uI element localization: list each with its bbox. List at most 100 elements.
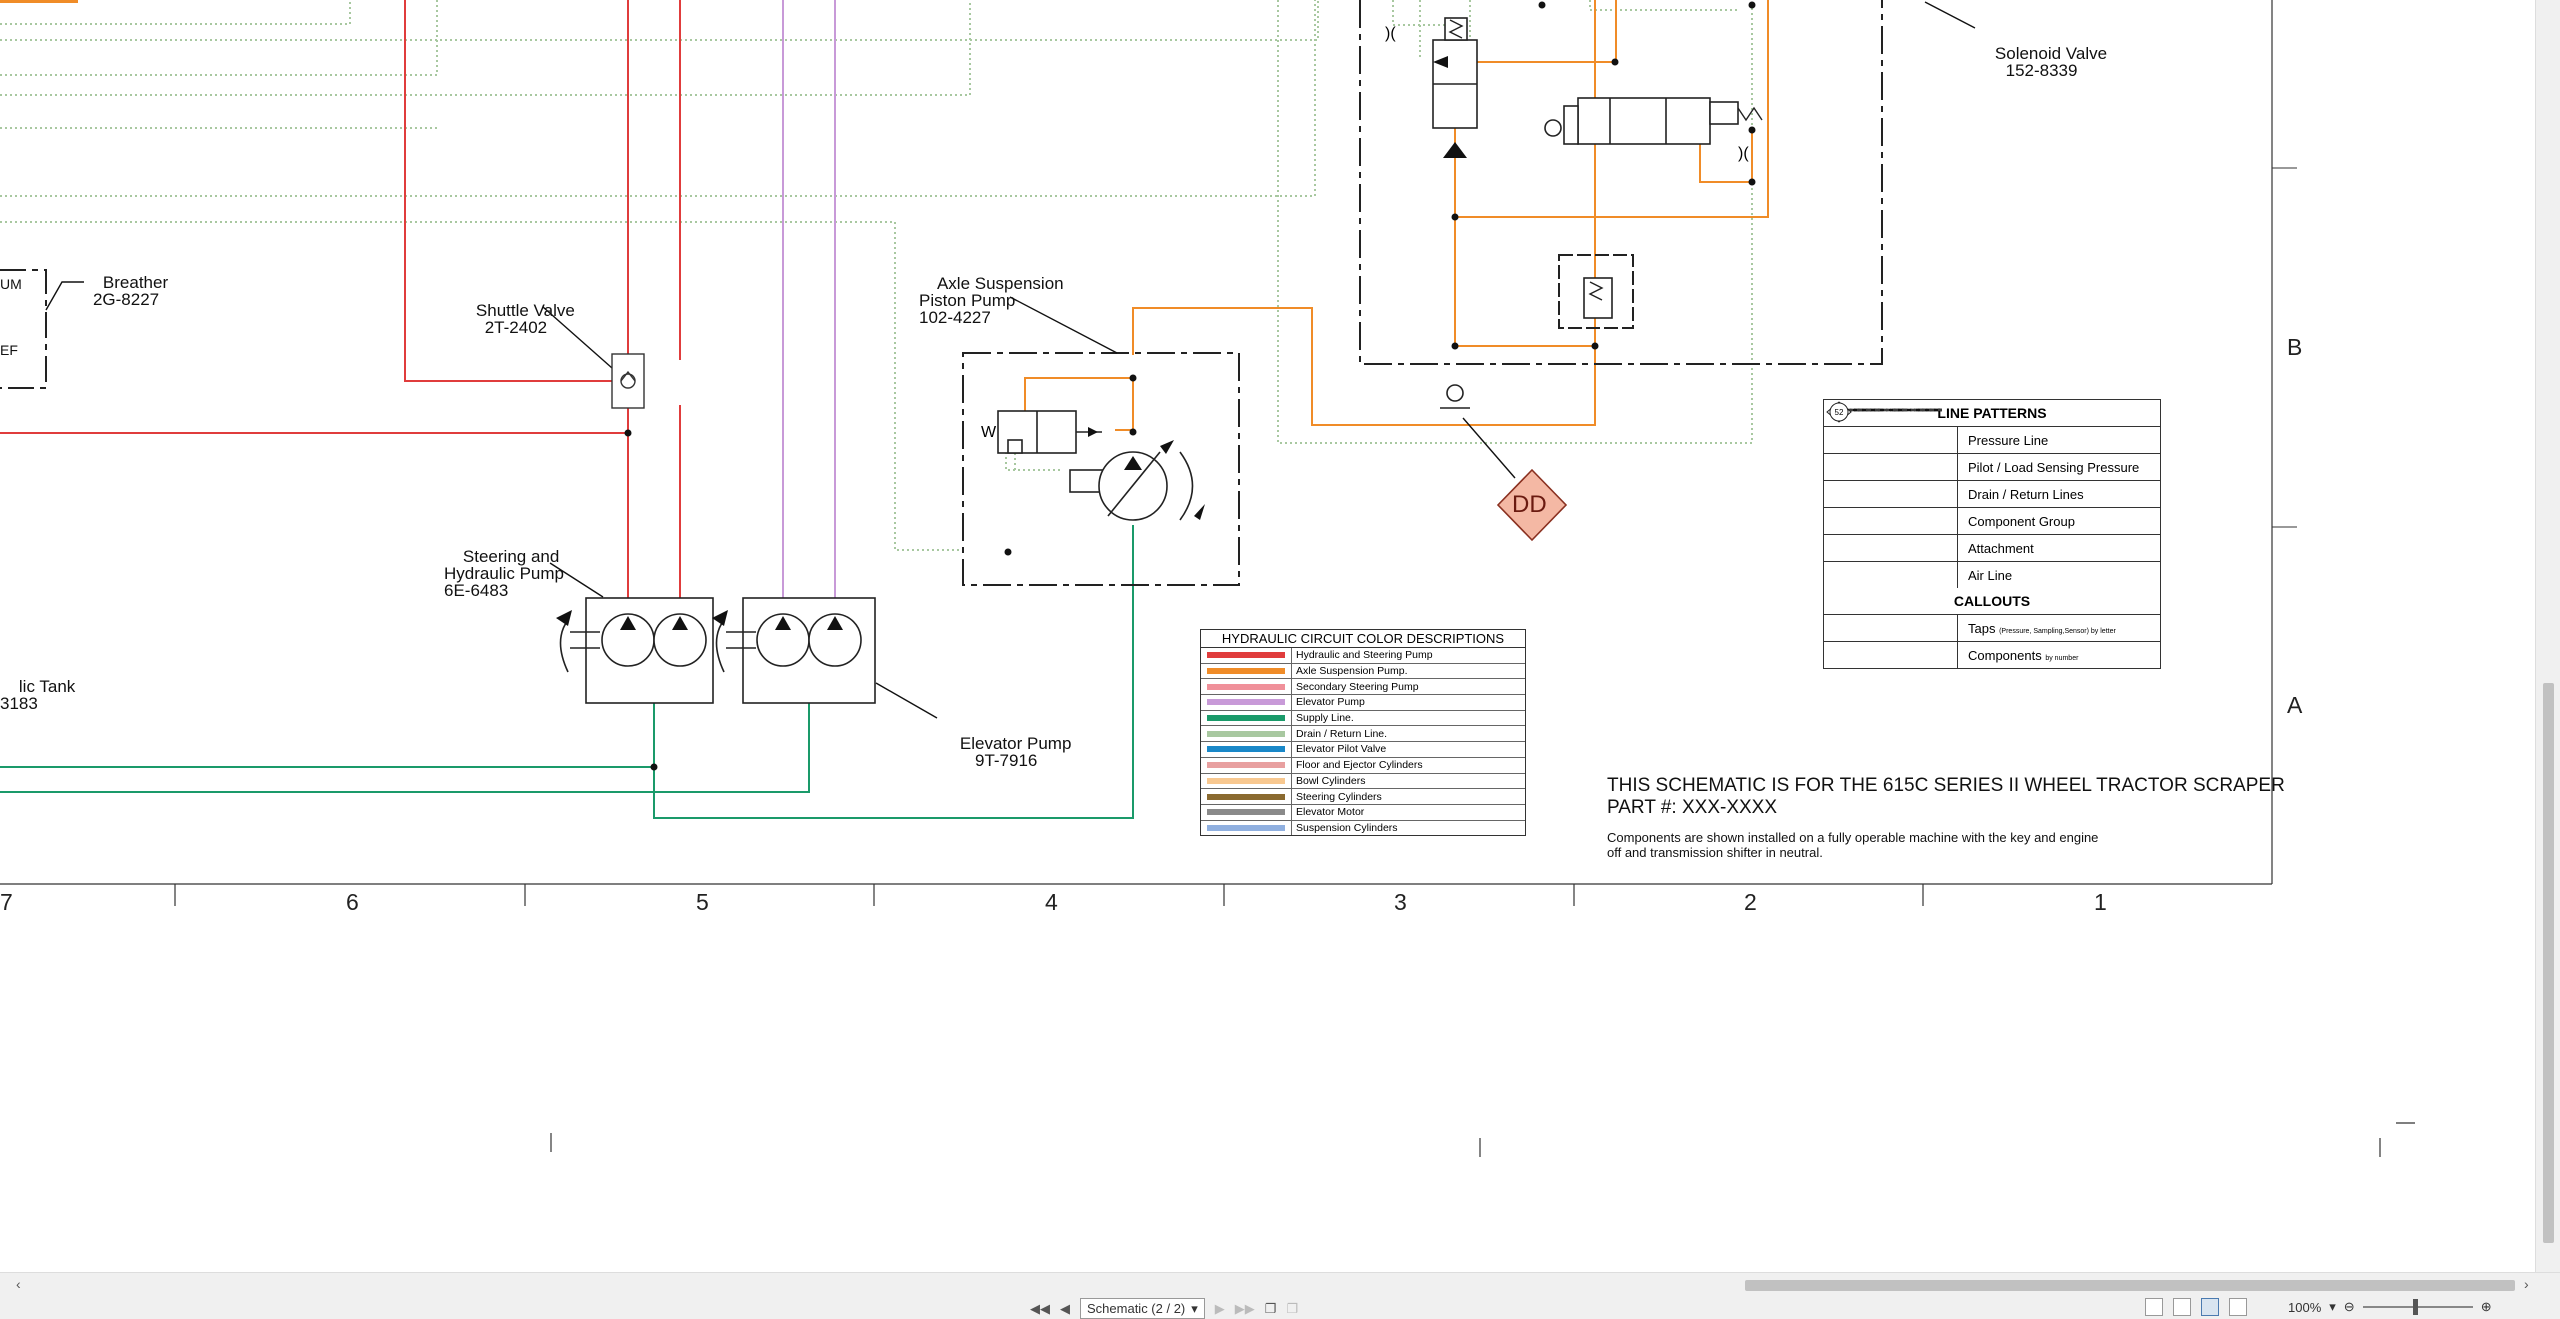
zoom-slider-knob[interactable]: [2412, 1299, 2418, 1315]
solenoid-valve-label: Solenoid Valve 152-8339: [1994, 44, 2108, 80]
zoom-level[interactable]: 100%: [2288, 1300, 2321, 1315]
line-pattern-sample: [1824, 409, 1958, 480]
callouts-title: CALLOUTS: [1824, 588, 2160, 615]
line-pattern-sample: [1824, 408, 1958, 507]
callout-row: YY Taps (Pressure, Sampling,Sensor) by le…: [1824, 401, 2160, 642]
breather-label: Breather 2G-8227: [92, 273, 169, 309]
diamond-callout-icon: YY: [1824, 401, 1958, 641]
color-legend-row: Elevator Pilot Valve: [1201, 742, 1525, 758]
ruler-column-1: 1: [2094, 889, 2107, 915]
zoom-control: 100% ▾ ⊖ ⊕: [2288, 1299, 2492, 1315]
ruler-column-2: 2: [1744, 889, 1757, 915]
ruler-column-7: 7: [0, 889, 13, 915]
part-number: PART #: XXX-XXXX: [1607, 797, 1778, 818]
line-pattern-row: Air Line: [1824, 409, 2160, 588]
line-pattern-label: Air Line: [1968, 567, 2013, 583]
ruler-column-4: 4: [1045, 889, 1058, 915]
line-pattern-label: Component Group: [1968, 513, 2075, 529]
ruler-row-a: A: [2287, 692, 2303, 718]
line-pattern-row: Component Group: [1824, 409, 2160, 535]
vertical-scroll-thumb[interactable]: [2543, 683, 2554, 1243]
line-pattern-row: Pilot / Load Sensing Pressure: [1824, 409, 2160, 481]
full-page-view-icon[interactable]: [2201, 1298, 2219, 1316]
color-legend-label: Suspension Cylinders: [1296, 821, 1398, 834]
svg-text:)(: )(: [1385, 25, 1396, 42]
steering-pump-label: Steering and Hydraulic Pump 6E-6483: [444, 547, 564, 600]
line-pattern-sample: [1824, 408, 1958, 453]
schematic-canvas[interactable]: W )( )( Breather 2G-8227 UM EF Shuttle V…: [0, 0, 2535, 1272]
first-page-icon[interactable]: ◀◀: [1030, 1301, 1050, 1317]
chevron-down-icon: ▾: [1191, 1301, 1198, 1316]
previous-page-icon[interactable]: ◀: [1060, 1301, 1070, 1317]
line-pattern-sample: [1824, 408, 1958, 561]
svg-text:52: 52: [1835, 408, 1844, 417]
color-swatch: [1201, 773, 1292, 789]
line-pattern-row: Attachment: [1824, 408, 2160, 562]
elevator-pump-label: Elevator Pump 9T-7916: [959, 734, 1072, 770]
axle-pump-label: Axle Suspension Piston Pump 102-4227: [919, 274, 1064, 327]
split-view-icon[interactable]: [2229, 1298, 2247, 1316]
ruler-column-5: 5: [696, 889, 709, 915]
color-swatch: [1201, 726, 1292, 742]
color-legend-label: Elevator Pilot Valve: [1296, 743, 1387, 756]
last-page-icon[interactable]: ▶▶: [1235, 1301, 1255, 1317]
horizontal-scrollbar[interactable]: ‹ ›: [0, 1272, 2560, 1297]
tank-fragment-ef: EF: [0, 342, 18, 358]
shuttle-valve-label: Shuttle Valve 2T-2402: [475, 301, 575, 337]
delete-page-icon[interactable]: ❐: [1286, 1301, 1298, 1317]
scroll-right-icon[interactable]: ›: [2524, 1276, 2529, 1292]
color-swatch: [1201, 820, 1292, 836]
color-legend-row: Floor and Ejector Cylinders: [1201, 757, 1525, 774]
color-swatch: [1201, 757, 1292, 773]
hydraulic-tank-label: lic Tank 3183: [0, 677, 76, 713]
color-legend-label: Bowl Cylinders: [1296, 774, 1366, 787]
page-select[interactable]: Schematic (2 / 2) ▾: [1080, 1298, 1205, 1319]
callout-label: Components by number: [1968, 647, 2079, 663]
page-navigation: ◀◀ ◀ Schematic (2 / 2) ▾ ▶ ▶▶ ❐ ❐: [1030, 1298, 1298, 1319]
color-legend-row: Elevator Pump: [1201, 695, 1525, 711]
title-line: THIS SCHEMATIC IS FOR THE 615C SERIES II…: [1607, 775, 2285, 796]
color-swatch: [1201, 742, 1292, 757]
view-modes: [2145, 1298, 2247, 1316]
line-pattern-label: Pilot / Load Sensing Pressure: [1968, 459, 2140, 475]
vertical-scrollbar[interactable]: [2535, 0, 2560, 1272]
insert-page-icon[interactable]: ❐: [1265, 1301, 1277, 1317]
page-view-icon[interactable]: [2173, 1298, 2191, 1316]
color-legend-label: Drain / Return Line.: [1296, 727, 1388, 740]
line-pattern-label: Attachment: [1968, 540, 2034, 556]
line-pattern-sample: [1824, 409, 1958, 588]
schematic-title: THIS SCHEMATIC IS FOR THE 615C SERIES II…: [1607, 775, 2285, 819]
tap-callout-label: DD: [1512, 491, 1547, 518]
svg-text:W: W: [981, 424, 997, 441]
color-legend-row: Bowl Cylinders: [1201, 773, 1525, 790]
zoom-in-icon[interactable]: ⊕: [2481, 1299, 2492, 1315]
zoom-slider[interactable]: [2362, 1299, 2473, 1315]
zoom-out-icon[interactable]: ⊖: [2344, 1299, 2355, 1315]
zoom-dropdown-icon[interactable]: ▾: [2329, 1299, 2336, 1315]
scroll-left-icon[interactable]: ‹: [16, 1276, 21, 1292]
ruler-column-6: 6: [346, 889, 359, 915]
color-swatch: [1201, 695, 1292, 710]
color-legend-row: Supply Line.: [1201, 710, 1525, 727]
line-patterns-legend: LINE PATTERNS Pressure Line Pilot / Load …: [1823, 399, 2161, 669]
color-swatch: [1201, 679, 1292, 695]
color-legend-row: Elevator Motor: [1201, 804, 1525, 821]
color-swatch: [1201, 789, 1292, 804]
color-swatch: [1201, 804, 1292, 820]
color-legend-label: Steering Cylinders: [1296, 790, 1382, 803]
color-legend-row: Suspension Cylinders: [1201, 820, 1525, 836]
line-pattern-row: Drain / Return Lines: [1824, 408, 2160, 508]
ruler-column-3: 3: [1394, 889, 1407, 915]
normal-view-icon[interactable]: [2145, 1298, 2163, 1316]
tank-fragment-um: UM: [0, 276, 22, 292]
callout-label: Taps (Pressure, Sampling,Sensor) by lett…: [1968, 620, 2116, 636]
next-page-icon[interactable]: ▶: [1215, 1301, 1225, 1317]
color-legend-label: Floor and Ejector Cylinders: [1296, 759, 1423, 772]
horizontal-scroll-thumb[interactable]: [1745, 1280, 2515, 1291]
color-legend: HYDRAULIC CIRCUIT COLOR DESCRIPTIONS Hyd…: [1200, 629, 1526, 837]
status-bar: ◀◀ ◀ Schematic (2 / 2) ▾ ▶ ▶▶ ❐ ❐ 100% ▾…: [0, 1296, 2560, 1319]
color-legend-label: Hydraulic and Steering Pump: [1296, 649, 1433, 662]
page-select-value: Schematic (2 / 2): [1087, 1301, 1186, 1316]
color-swatch: [1201, 648, 1292, 663]
color-legend-row: Steering Cylinders: [1201, 789, 1525, 805]
